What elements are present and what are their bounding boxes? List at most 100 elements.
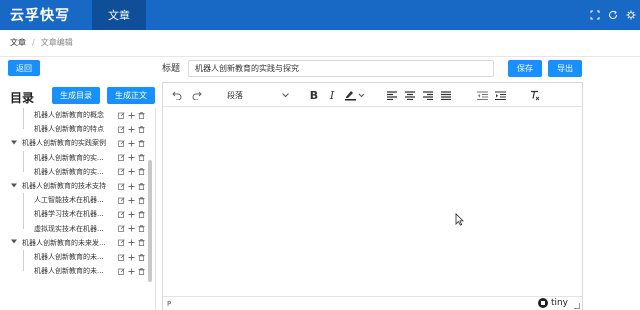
plus-icon[interactable]	[128, 140, 135, 147]
toc-item-label: 机器人创新教育的实...	[34, 153, 104, 162]
toc-subsection-item[interactable]: 机器人创新教育的特点	[10, 122, 155, 136]
toc-subsection-item[interactable]: 人工智能技术在机器...	[10, 193, 155, 207]
toc-subsection-item[interactable]: 机器人创新教育的概念	[10, 108, 155, 122]
generate-outline-button[interactable]: 生成目录	[52, 87, 100, 104]
toc-row-actions	[118, 108, 145, 122]
edit-icon[interactable]	[118, 253, 125, 261]
title-label: 标题	[162, 64, 181, 74]
toc-row-actions	[118, 250, 145, 264]
trash-icon[interactable]	[138, 182, 145, 190]
trash-icon[interactable]	[138, 168, 145, 176]
toc-row-actions	[118, 179, 145, 193]
trash-icon[interactable]	[138, 196, 145, 204]
caret-down-icon[interactable]	[10, 239, 18, 246]
edit-icon[interactable]	[118, 225, 125, 232]
italic-icon[interactable]: I	[325, 83, 339, 107]
refresh-icon[interactable]	[608, 10, 618, 20]
trash-icon[interactable]	[138, 225, 145, 233]
align-justify-icon[interactable]	[439, 83, 453, 107]
redo-icon[interactable]	[189, 83, 205, 107]
trash-icon[interactable]	[138, 140, 145, 147]
export-button[interactable]: 导出	[548, 60, 582, 77]
top-right-icons	[590, 0, 636, 30]
tree-guide-line	[23, 108, 24, 130]
toc-row-actions	[118, 236, 145, 250]
tiny-branding-label: tiny	[550, 298, 568, 308]
edit-icon[interactable]	[118, 182, 125, 190]
breadcrumb-current: 文章编辑	[40, 37, 73, 47]
element-path[interactable]: P	[167, 300, 171, 308]
trash-icon[interactable]	[138, 154, 145, 162]
breadcrumb-root[interactable]: 文章	[10, 37, 26, 48]
indent-icon[interactable]	[493, 83, 507, 107]
edit-icon[interactable]	[118, 239, 125, 247]
edit-icon[interactable]	[118, 211, 125, 218]
save-button[interactable]: 保存	[508, 60, 542, 77]
rich-text-editor: 段落 B I P tiny	[162, 82, 583, 310]
edit-icon[interactable]	[118, 197, 125, 204]
edit-icon[interactable]	[118, 140, 125, 147]
edit-icon[interactable]	[118, 154, 125, 161]
undo-icon[interactable]	[169, 83, 185, 107]
title-input[interactable]: 机器人创新教育的实践与探究	[188, 60, 494, 77]
toc-row-actions	[118, 222, 145, 236]
nav-tab-article[interactable]: 文章	[92, 0, 146, 30]
plus-icon[interactable]	[128, 211, 135, 218]
toc-section-item[interactable]: 机器人创新教育的未来发...	[10, 236, 155, 250]
toc-row-actions	[118, 207, 145, 221]
caret-down-icon[interactable]	[10, 183, 18, 190]
caret-down-icon[interactable]	[10, 140, 18, 147]
toc-section-item[interactable]: 机器人创新教育的技术支持	[10, 179, 155, 193]
plus-icon[interactable]	[128, 254, 135, 261]
settings-icon[interactable]	[626, 10, 636, 20]
block-format-select[interactable]: 段落	[223, 87, 293, 103]
app-brand: 云孚快写	[10, 8, 70, 24]
breadcrumb: 文章 / 文章编辑	[10, 36, 73, 48]
tiny-branding[interactable]: tiny	[537, 298, 568, 308]
plus-icon[interactable]	[128, 197, 135, 204]
plus-icon[interactable]	[128, 168, 135, 175]
toc-subsection-item[interactable]: 机器人创新教育的实...	[10, 165, 155, 179]
resize-handle-icon[interactable]	[574, 303, 580, 309]
plus-icon[interactable]	[128, 126, 135, 133]
back-button[interactable]: 返回	[8, 60, 40, 76]
edit-icon[interactable]	[118, 268, 125, 275]
trash-icon[interactable]	[138, 267, 145, 275]
plus-icon[interactable]	[128, 225, 135, 232]
trash-icon[interactable]	[138, 211, 145, 218]
edit-icon[interactable]	[118, 126, 125, 133]
align-right-icon[interactable]	[421, 83, 435, 107]
toc-item-label: 人工智能技术在机器...	[34, 196, 104, 205]
edit-icon[interactable]	[118, 111, 125, 119]
toc-subsection-item[interactable]: 虚拟现实技术在机器...	[10, 222, 155, 236]
align-left-icon[interactable]	[385, 83, 399, 107]
trash-icon[interactable]	[138, 125, 145, 133]
toc-section-item[interactable]: 机器人创新教育的实践案例	[10, 136, 155, 150]
toc-row-actions	[118, 136, 145, 150]
toc-subsection-item[interactable]: 机器学习技术在机器...	[10, 207, 155, 221]
fullscreen-icon[interactable]	[590, 10, 600, 20]
toc-scrollbar[interactable]	[148, 160, 152, 282]
text-color-icon[interactable]	[343, 83, 367, 107]
trash-icon[interactable]	[138, 253, 145, 261]
outdent-icon[interactable]	[475, 83, 489, 107]
bold-icon[interactable]: B	[307, 83, 321, 107]
toc-subsection-item[interactable]: 机器人创新教育的未...	[10, 250, 155, 264]
clear-format-icon[interactable]	[527, 83, 541, 107]
toc-row-actions	[118, 264, 145, 278]
plus-icon[interactable]	[128, 183, 135, 190]
trash-icon[interactable]	[138, 239, 145, 247]
trash-icon[interactable]	[138, 111, 145, 119]
toc-subsection-item[interactable]: 机器人创新教育的实...	[10, 151, 155, 165]
generate-body-button[interactable]: 生成正文	[107, 87, 155, 104]
align-center-icon[interactable]	[403, 83, 417, 107]
plus-icon[interactable]	[128, 154, 135, 161]
plus-icon[interactable]	[128, 112, 135, 119]
plus-icon[interactable]	[128, 268, 135, 275]
toc-subsection-item[interactable]: 机器人创新教育的未...	[10, 264, 155, 278]
toc-item-label: 机器人创新教育的实践案例	[22, 139, 106, 148]
toc-item-label: 机器人创新教育的未...	[34, 253, 104, 261]
edit-icon[interactable]	[118, 168, 125, 176]
plus-icon[interactable]	[128, 239, 135, 246]
mouse-pointer	[455, 213, 464, 229]
